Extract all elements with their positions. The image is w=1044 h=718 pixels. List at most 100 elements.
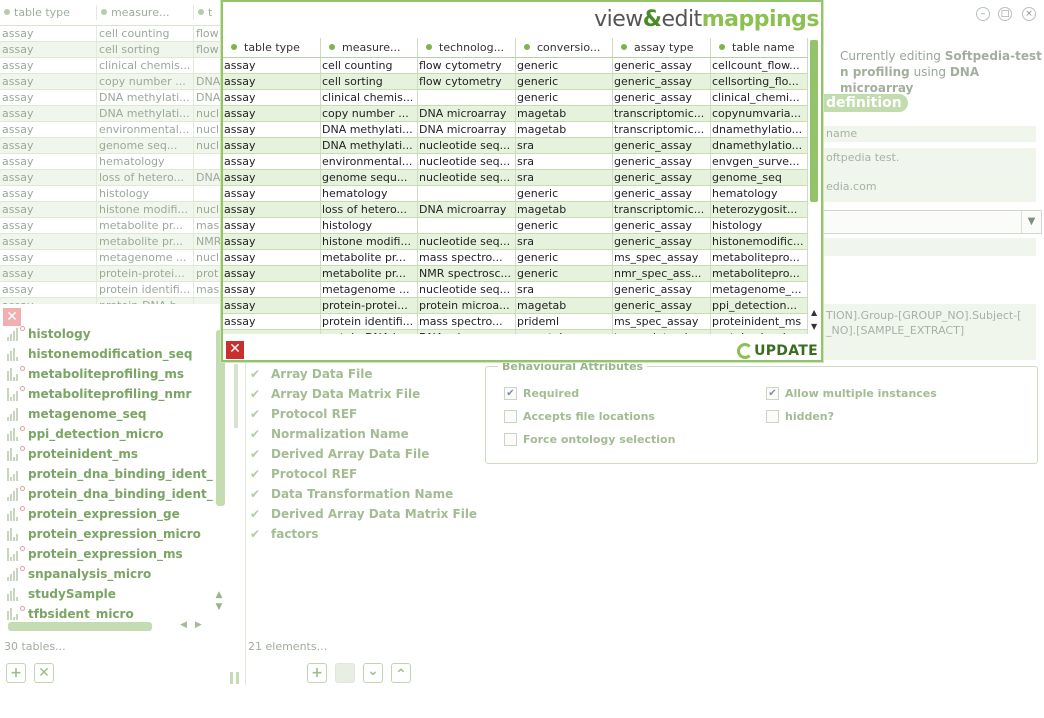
grid-row[interactable]: assayprotein-DNA b...DNA microarraymaget… <box>223 330 808 334</box>
name-field[interactable]: name <box>822 126 1036 142</box>
grid-row[interactable]: assay metagenome ... nucleotide seq... sra g… <box>223 282 808 298</box>
grid-column-header[interactable]: technolog... <box>418 38 516 57</box>
grid-cell[interactable]: protein_dna_b... <box>711 330 808 334</box>
close-window-icon[interactable]: × <box>1022 7 1036 21</box>
grid-cell[interactable]: nmr_spec_ass... <box>613 266 711 281</box>
grid-cell[interactable]: generic <box>516 186 613 201</box>
table-list-item[interactable]: tfbsident_micro <box>0 604 222 620</box>
grid-column-header[interactable]: table name <box>711 38 808 57</box>
grid-row[interactable]: assay hematology generic generic_assay hemat… <box>223 186 808 202</box>
grid-cell[interactable]: sra <box>516 170 613 185</box>
grid-cell[interactable]: environmental... <box>321 154 418 169</box>
grid-cell[interactable]: transcriptomic... <box>613 330 711 334</box>
grid-row[interactable]: assay protein-protei... protein microa... m… <box>223 298 808 314</box>
grid-cell[interactable]: mass spectro... <box>418 250 516 265</box>
bg-column-header[interactable]: measure... <box>97 5 194 20</box>
grid-column-header[interactable]: assay type <box>613 38 711 57</box>
grid-cell[interactable]: generic_assay <box>613 74 711 89</box>
grid-cell[interactable] <box>418 90 516 105</box>
grid-cell[interactable]: generic <box>516 250 613 265</box>
grid-cell[interactable]: ppi_detection... <box>711 298 808 313</box>
grid-cell[interactable]: cell counting <box>321 58 418 73</box>
grid-cell[interactable]: DNA methylati... <box>321 122 418 137</box>
grid-cell[interactable]: generic <box>516 90 613 105</box>
grid-cell[interactable]: envgen_surve... <box>711 154 808 169</box>
grid-row[interactable]: assay environmental... nucleotide seq... sr… <box>223 154 808 170</box>
grid-cell[interactable]: metabolite pr... <box>321 266 418 281</box>
table-list-hscrollbar[interactable] <box>8 622 152 631</box>
grid-cell[interactable]: assay <box>223 154 321 169</box>
grid-cell[interactable]: histone modifi... <box>321 234 418 249</box>
grid-cell[interactable]: ms_spec_assay <box>613 314 711 329</box>
element-list-item[interactable]: ✔ Derived Array Data Matrix File <box>250 504 485 524</box>
bg-column-header[interactable]: table type <box>0 5 97 20</box>
hidden-checkbox[interactable]: hidden? <box>766 410 834 423</box>
grid-row[interactable]: assay protein identifi... mass spectro... p… <box>223 314 808 330</box>
grid-cell[interactable]: assay <box>223 250 321 265</box>
grid-cell[interactable]: assay <box>223 138 321 153</box>
grid-cell[interactable]: sra <box>516 234 613 249</box>
table-list-item[interactable]: protein_expression_ge <box>0 504 222 524</box>
grid-cell[interactable]: hematology <box>321 186 418 201</box>
grid-cell[interactable]: assay <box>223 106 321 121</box>
grid-cell[interactable]: copy number ... <box>321 106 418 121</box>
grid-cell[interactable]: sra <box>516 282 613 297</box>
grid-cell[interactable]: generic <box>516 74 613 89</box>
grid-cell[interactable]: assay <box>223 266 321 281</box>
table-list-item[interactable]: histonemodification_seq <box>0 344 222 364</box>
grid-cell[interactable]: magetab <box>516 122 613 137</box>
grid-cell[interactable]: genome_seq <box>711 170 808 185</box>
grid-cell[interactable]: flow cytometry <box>418 58 516 73</box>
grid-cell[interactable]: magetab <box>516 202 613 217</box>
grid-cell[interactable]: assay <box>223 74 321 89</box>
table-list-item[interactable]: ppi_detection_micro <box>0 424 222 444</box>
grid-cell[interactable]: clinical_chemi... <box>711 90 808 105</box>
grid-cell[interactable]: generic_assay <box>613 234 711 249</box>
element-list-item[interactable]: ✔ factors <box>250 524 485 544</box>
grid-cell[interactable]: DNA microarray <box>418 106 516 121</box>
minimize-icon[interactable]: – <box>976 7 990 21</box>
grid-cell[interactable]: DNA methylati... <box>321 138 418 153</box>
grid-cell[interactable]: transcriptomic... <box>613 202 711 217</box>
grid-cell[interactable]: loss of hetero... <box>321 202 418 217</box>
grid-cell[interactable]: generic_assay <box>613 138 711 153</box>
update-button[interactable]: UPDATE <box>737 341 818 361</box>
grid-cell[interactable]: copynumvaria... <box>711 106 808 121</box>
dialog-close-button[interactable]: ✕ <box>226 341 244 359</box>
grid-cell[interactable]: assay <box>223 202 321 217</box>
grid-cell[interactable]: protein-protei... <box>321 298 418 313</box>
grid-cell[interactable]: assay <box>223 90 321 105</box>
scroll-up-icon[interactable]: ▲ <box>811 308 817 317</box>
grid-cell[interactable]: sra <box>516 138 613 153</box>
table-list-item[interactable]: studySample <box>0 584 222 604</box>
scroll-down-icon[interactable]: ▼ <box>811 322 817 331</box>
grid-cell[interactable]: histonemodific... <box>711 234 808 249</box>
table-list-item[interactable]: snpanalysis_micro <box>0 564 222 584</box>
extra-field[interactable] <box>822 238 1036 256</box>
grid-row[interactable]: assay metabolite pr... NMR spectrosc... gen… <box>223 266 808 282</box>
table-list-scroll-arrows[interactable]: ▲ ▼ <box>213 589 225 613</box>
element-list-item[interactable]: ✔ Array Data Matrix File <box>250 384 485 404</box>
grid-cell[interactable]: histology <box>711 218 808 233</box>
grid-cell[interactable]: magetab <box>516 298 613 313</box>
move-down-button[interactable]: ⌄ <box>363 663 383 683</box>
grid-cell[interactable]: genome sequ... <box>321 170 418 185</box>
grid-cell[interactable]: metabolitepro... <box>711 250 808 265</box>
element-list-item[interactable]: ✔ Array Data File <box>250 364 485 384</box>
grid-cell[interactable]: clinical chemis... <box>321 90 418 105</box>
grid-cell[interactable]: generic <box>516 266 613 281</box>
grid-row[interactable]: assay histone modifi... nucleotide seq... s… <box>223 234 808 250</box>
grid-row[interactable]: assay clinical chemis... generic generic_as… <box>223 90 808 106</box>
grid-cell[interactable]: nucleotide seq... <box>418 234 516 249</box>
table-list-item[interactable]: metagenome_seq <box>0 404 222 424</box>
grid-cell[interactable]: generic <box>516 58 613 73</box>
grid-cell[interactable]: generic_assay <box>613 90 711 105</box>
element-list-item[interactable]: ✔ Normalization Name <box>250 424 485 444</box>
grid-cell[interactable]: DNA microarray <box>418 122 516 137</box>
grid-cell[interactable]: magetab <box>516 330 613 334</box>
add-element-button[interactable]: + <box>307 663 327 683</box>
grid-row[interactable]: assay genome sequ... nucleotide seq... sra g… <box>223 170 808 186</box>
type-select[interactable]: ▼ <box>822 210 1042 234</box>
grid-cell[interactable]: flow cytometry <box>418 74 516 89</box>
grid-cell[interactable]: nucleotide seq... <box>418 282 516 297</box>
